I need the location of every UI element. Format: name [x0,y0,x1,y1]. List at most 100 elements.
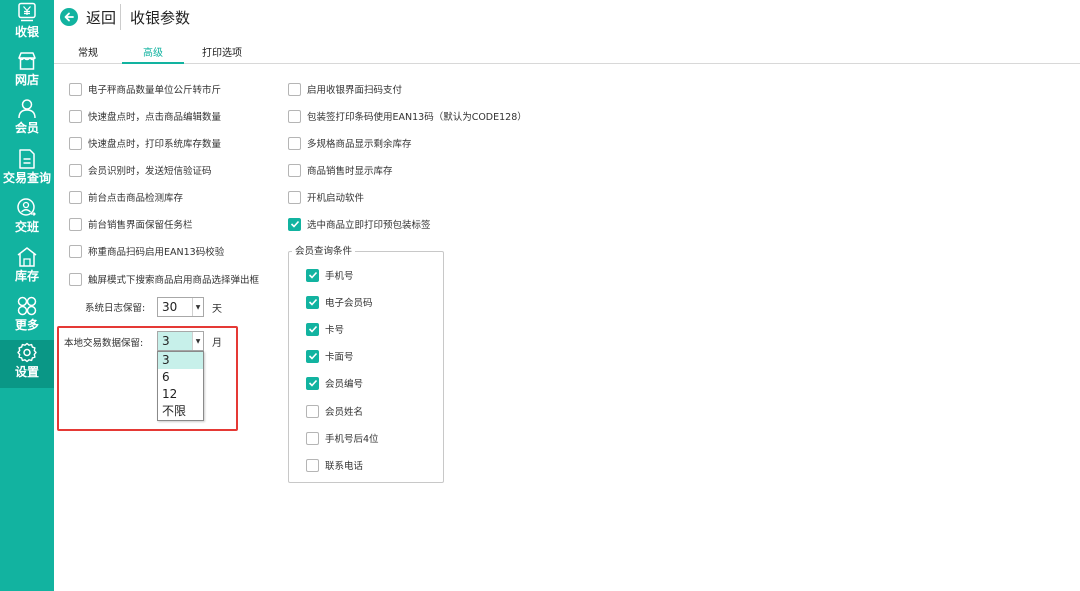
tab-advanced[interactable]: 高级 [143,44,163,59]
header: 返回 收银参数 [54,0,1080,36]
more-icon [17,296,37,316]
checkbox[interactable] [69,136,82,150]
dropdown-option[interactable]: 6 [158,369,203,386]
page-title: 收银参数 [130,9,191,27]
tab-print-options[interactable]: 打印选项 [202,44,242,59]
option-label: 会员编号 [325,379,364,390]
option-label: 联系电话 [325,461,364,472]
query-phone[interactable]: 手机号 [306,268,354,282]
option-keep-taskbar[interactable]: 前台销售界面保留任务栏 [69,217,193,231]
option-ean13-check[interactable]: 称重商品扫码启用EAN13码校验 [69,244,224,258]
query-contact-phone[interactable]: 联系电话 [306,458,363,472]
checkbox[interactable] [69,190,82,204]
option-label: 商品销售时显示库存 [307,166,393,177]
option-touch-popup[interactable]: 触屏模式下搜索商品启用商品选择弹出框 [69,272,259,286]
query-member-id[interactable]: 会员编号 [306,376,363,390]
chevron-down-icon[interactable]: ▼ [192,332,203,350]
sidebar-item-label: 收银 [14,25,39,39]
query-card-no[interactable]: 卡号 [306,322,344,336]
option-label: 包装签打印条码使用EAN13码（默认为CODE128） [307,112,527,123]
checkbox[interactable] [288,163,301,177]
option-ean13-label[interactable]: 包装签打印条码使用EAN13码（默认为CODE128） [288,109,527,123]
option-autostart[interactable]: 开机启动软件 [288,190,364,204]
option-scale-unit[interactable]: 电子秤商品数量单位公斤转市斤 [69,82,221,96]
checkbox[interactable] [306,431,319,445]
back-label: 返回 [86,8,117,27]
sidebar-item-label: 网店 [14,73,39,87]
gear-icon [17,342,37,363]
store-icon [18,52,36,70]
sidebar-item-more[interactable]: 更多 [0,293,54,341]
checkmark-icon [308,379,317,387]
shift-icon [17,198,36,216]
checkbox[interactable] [69,217,82,231]
option-stocktake-edit-qty[interactable]: 快速盘点时，点击商品编辑数量 [69,109,221,123]
option-print-label[interactable]: 选中商品立即打印预包装标签 [288,217,431,231]
local-retention-dropdown: 3 6 12 不限 [157,351,204,421]
checkbox-checked[interactable] [306,268,319,282]
checkbox-checked[interactable] [306,376,319,390]
local-retention-unit: 月 [212,338,222,349]
checkbox-checked[interactable] [288,217,301,231]
option-stocktake-print-qty[interactable]: 快速盘点时，打印系统库存数量 [69,136,221,150]
option-label: 会员姓名 [325,407,364,418]
dropdown-option[interactable]: 3 [158,352,203,369]
option-label: 前台销售界面保留任务栏 [88,220,193,231]
checkbox-checked[interactable] [306,349,319,363]
sidebar-item-label: 设置 [14,365,39,379]
checkbox[interactable] [288,190,301,204]
tab-general[interactable]: 常规 [78,44,98,59]
checkbox[interactable] [288,109,301,123]
checkbox[interactable] [69,109,82,123]
document-icon [19,149,35,169]
option-show-stock[interactable]: 商品销售时显示库存 [288,163,393,177]
checkbox[interactable] [288,82,301,96]
local-retention-label: 本地交易数据保留: [64,338,144,349]
dropdown-option[interactable]: 12 [158,386,203,403]
sidebar-item-store[interactable]: 网店 [0,48,54,96]
checkbox[interactable] [69,272,82,286]
header-divider [120,4,121,30]
back-button[interactable]: 返回 [60,6,116,28]
option-label: 卡号 [325,325,345,336]
option-spec-stock[interactable]: 多规格商品显示剩余库存 [288,136,412,150]
option-label: 卡面号 [325,352,354,363]
log-retention-select[interactable]: 30 ▼ [157,297,204,317]
sidebar-item-transactions[interactable]: 交易查询 [0,146,54,194]
checkmark-icon [308,298,317,306]
sidebar-item-member[interactable]: 会员 [0,96,54,144]
sidebar-item-label: 更多 [14,318,39,332]
query-name[interactable]: 会员姓名 [306,404,363,418]
checkbox-checked[interactable] [306,322,319,336]
local-retention-value: 3 [162,334,170,348]
checkbox[interactable] [69,244,82,258]
local-retention-select[interactable]: 3 ▼ [157,331,204,351]
query-phone-last4[interactable]: 手机号后4位 [306,431,379,445]
query-card-face[interactable]: 卡面号 [306,349,354,363]
option-member-sms[interactable]: 会员识别时，发送短信验证码 [69,163,212,177]
option-scan-pay[interactable]: 启用收银界面扫码支付 [288,82,402,96]
checkmark-icon [290,220,299,228]
option-label: 前台点击商品检测库存 [88,193,184,204]
sidebar-item-settings[interactable]: 设置 [0,340,54,388]
chevron-down-icon[interactable]: ▼ [192,298,203,316]
query-e-card[interactable]: 电子会员码 [306,295,373,309]
sidebar-item-cashier[interactable]: 收银 [0,0,54,48]
option-label: 选中商品立即打印预包装标签 [307,220,431,231]
checkbox[interactable] [69,163,82,177]
member-icon [18,99,36,119]
sidebar-item-shift[interactable]: 交班 [0,195,54,243]
checkbox[interactable] [69,82,82,96]
sidebar-item-inventory[interactable]: 库存 [0,244,54,292]
option-label: 会员识别时，发送短信验证码 [88,166,212,177]
member-query-group [288,251,444,483]
checkbox-checked[interactable] [306,295,319,309]
checkbox[interactable] [306,404,319,418]
dropdown-option[interactable]: 不限 [158,403,203,420]
log-retention-unit: 天 [212,304,222,315]
sidebar-item-label: 交班 [14,220,39,234]
warehouse-icon [17,247,37,267]
checkbox[interactable] [306,458,319,472]
option-check-stock[interactable]: 前台点击商品检测库存 [69,190,183,204]
checkbox[interactable] [288,136,301,150]
